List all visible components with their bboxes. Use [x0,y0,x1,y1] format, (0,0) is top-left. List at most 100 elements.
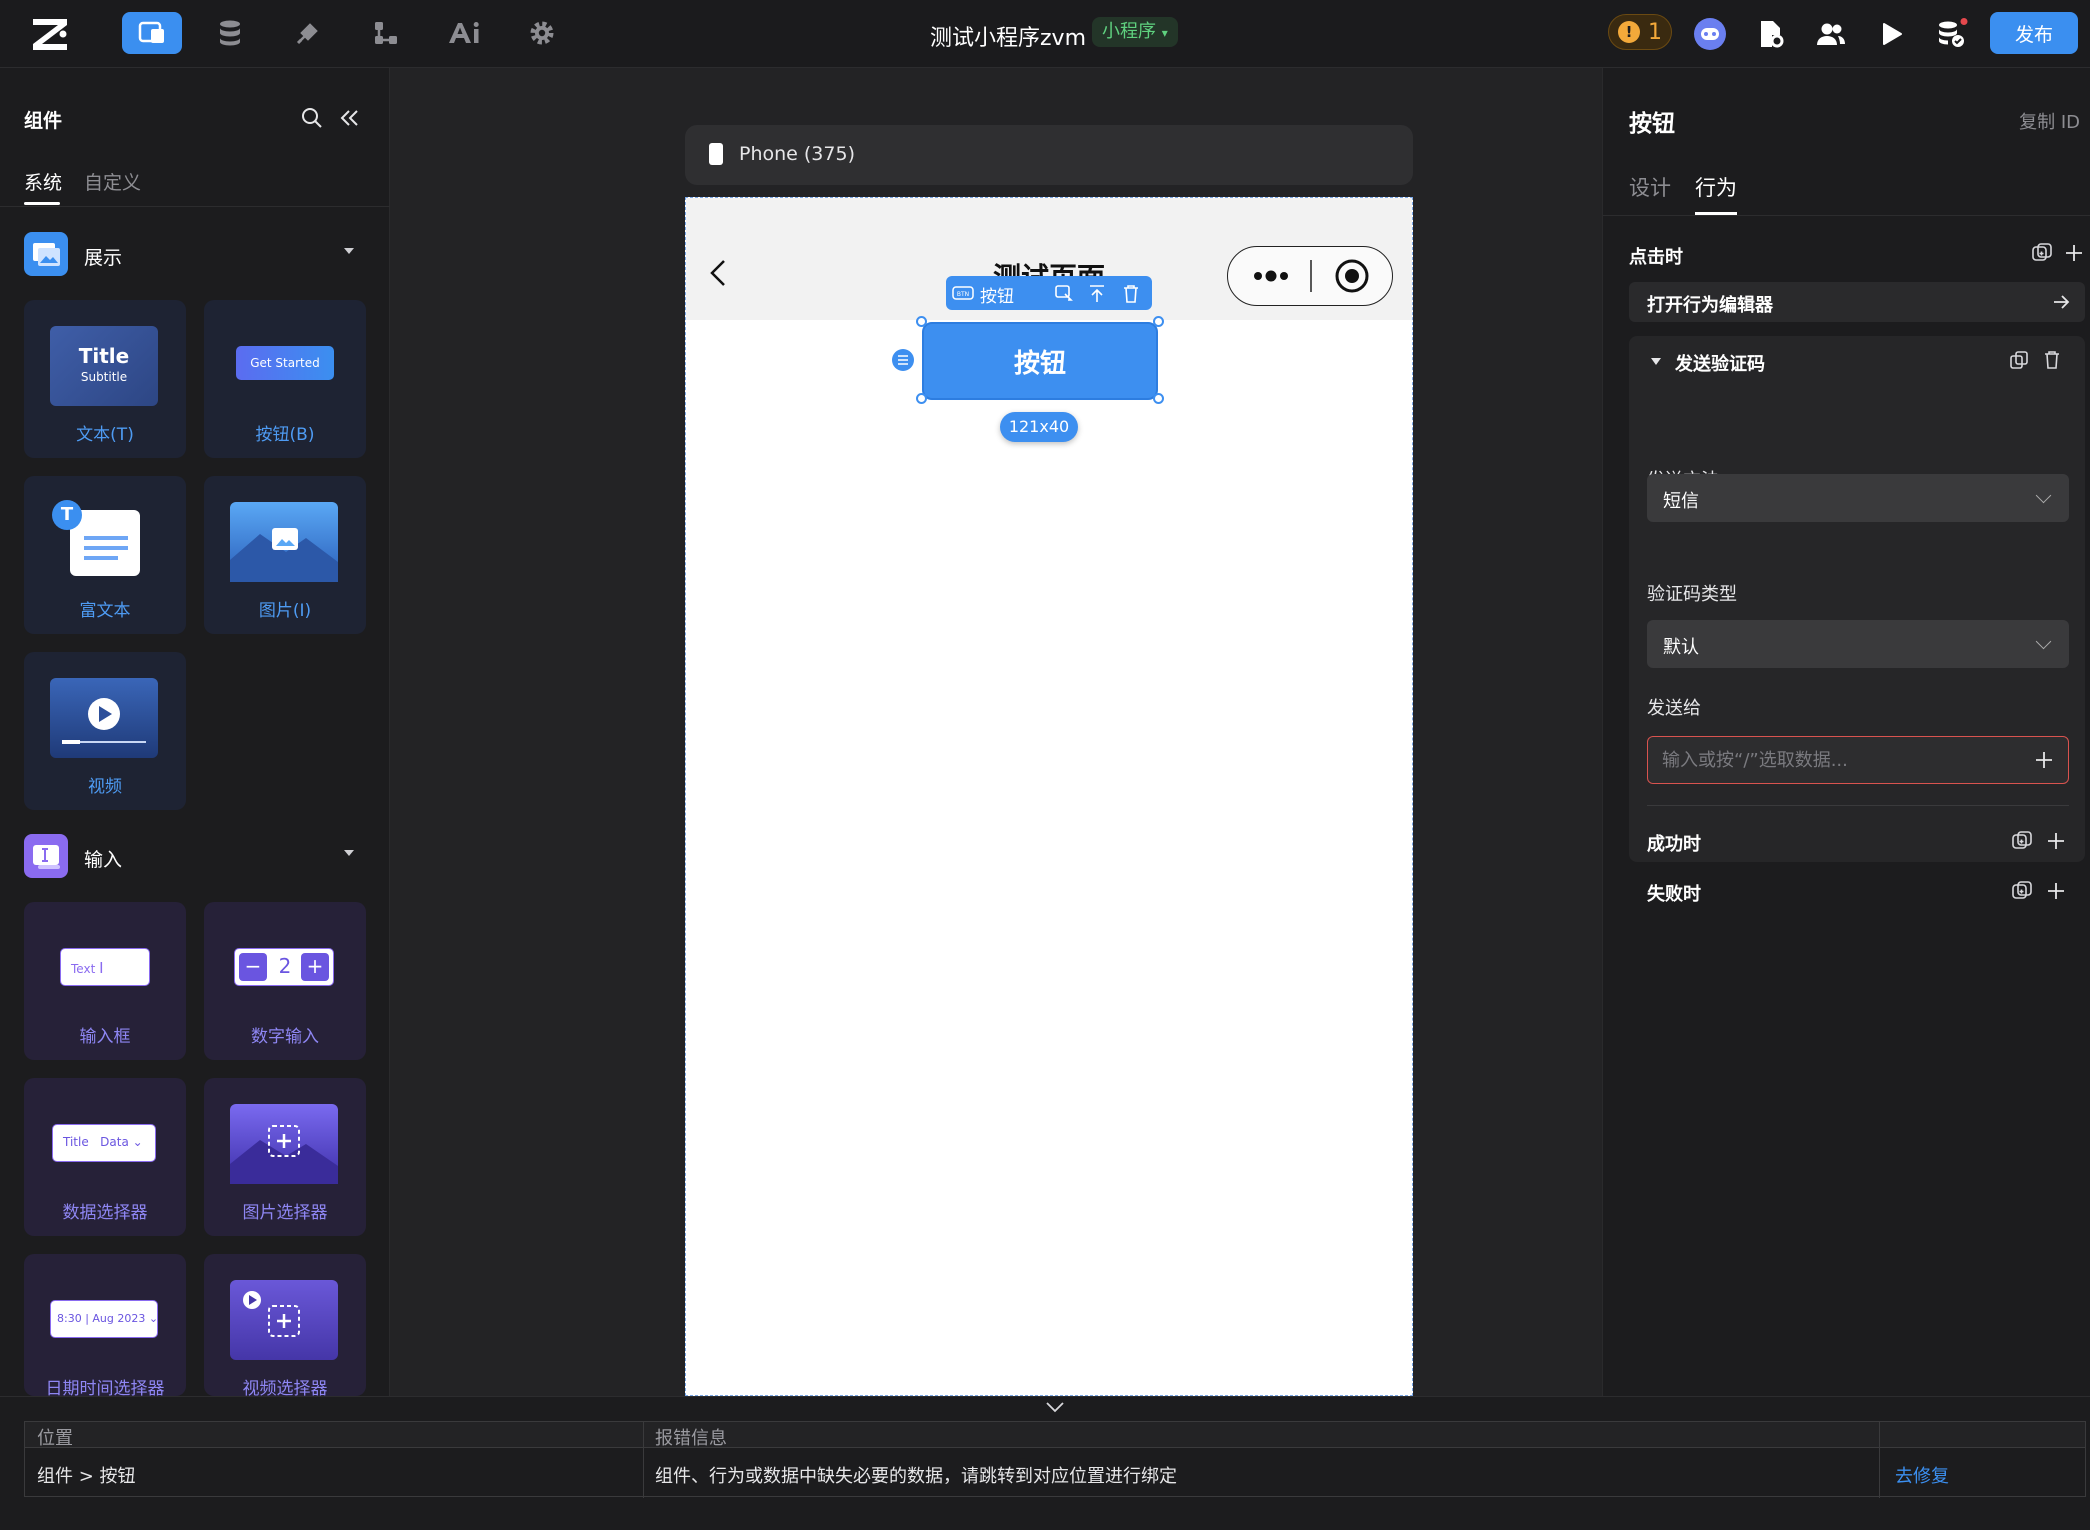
data-sync-icon[interactable] [1932,14,1972,54]
env-badge-label: 小程序 [1102,21,1156,42]
section-display-header[interactable]: 展示 [24,232,354,276]
input-field-icon [24,834,68,878]
code-type-select[interactable]: 默认 [1647,620,2069,668]
chevron-down-icon: ⌄ [132,1135,143,1149]
image-picker-thumbnail [230,1104,338,1184]
on-click-label: 点击时 [1629,247,1683,268]
design-canvas[interactable]: Phone (375) 测试页面 按钮 BTN 按钮 [390,68,1602,1396]
on-fail-row: 失败时 [1647,876,2069,906]
on-fail-label: 失败时 [1647,884,1701,905]
users-icon[interactable] [1811,14,1851,54]
panel-title: 组件 [24,110,63,132]
add-component-action-icon[interactable] [2011,830,2033,856]
tab-custom[interactable]: 自定义 [84,168,141,195]
top-bar: 测试小程序zvm 小程序 ▾ ! 1 发布 [0,0,2090,68]
arrow-right-icon [2051,292,2071,316]
card-label: 文本(T) [76,425,134,445]
preview-play-icon[interactable] [1872,14,1912,54]
text-badge-icon: T [52,500,82,530]
duplicate-icon[interactable] [2009,350,2029,374]
collapse-panel-icon[interactable] [338,106,362,134]
database-icon[interactable] [200,12,260,54]
column-divider [643,1422,644,1498]
on-success-label: 成功时 [1647,834,1701,855]
send-to-input[interactable] [1647,736,2069,784]
assistant-avatar-icon[interactable] [1690,14,1730,54]
thumb-subtitle: Subtitle [80,370,128,384]
caret-down-icon[interactable] [344,850,354,856]
component-card-input[interactable]: Text I 输入框 [24,902,186,1060]
divider [1603,215,2090,216]
collapse-caret-icon[interactable] [1651,358,1661,365]
number-stepper-thumbnail: − 2 + [234,948,334,986]
copy-id-button[interactable]: 复制 ID [2019,108,2080,134]
add-component-action-icon[interactable] [2031,242,2053,268]
resize-handle[interactable] [916,316,927,327]
section-input-header[interactable]: 输入 [24,834,354,878]
video-thumbnail [50,678,158,758]
warning-badge[interactable]: ! 1 [1608,14,1672,50]
add-component-action-icon[interactable] [2011,880,2033,906]
component-card-data-select[interactable]: Title Data ⌄ 数据选择器 [24,1078,186,1236]
chevron-down-icon [2035,487,2052,504]
ai-icon[interactable] [434,12,494,54]
drag-handle-icon[interactable] [892,349,914,371]
resize-handle[interactable] [1153,393,1164,404]
component-card-video-picker[interactable]: 视频选择器 [204,1254,366,1399]
add-plus-icon[interactable] [2045,880,2067,906]
component-card-number-input[interactable]: − 2 + 数字输入 [204,902,366,1060]
delete-icon[interactable] [1122,284,1140,309]
tab-system[interactable]: 系统 [24,168,62,195]
card-label: 按钮(B) [255,425,315,445]
resize-handle[interactable] [1153,316,1164,327]
error-message: 组件、行为或数据中缺失必要的数据，请跳转到对应位置进行绑定 [655,1466,1177,1487]
section-title: 输入 [84,849,123,871]
search-icon[interactable] [300,106,324,134]
pages-icon[interactable] [122,12,182,54]
thumb-time: 8:30 [57,1312,82,1325]
move-up-icon[interactable] [1088,284,1106,309]
add-data-plus-icon[interactable] [2033,749,2055,775]
open-behavior-editor-button[interactable]: 打开行为编辑器 [1629,282,2085,322]
selected-button[interactable]: 按钮 [922,322,1158,400]
component-card-text[interactable]: Title Subtitle 文本(T) [24,300,186,458]
video-picker-thumbnail [230,1280,338,1360]
input-thumbnail: Text I [60,948,150,986]
plus-icon: + [301,953,329,981]
component-card-image-picker[interactable]: 图片选择器 [204,1078,366,1236]
component-card-rich-text[interactable]: T 富文本 [24,476,186,634]
send-method-select[interactable]: 短信 [1647,474,2069,522]
device-label: Phone (375) [739,143,855,165]
logo-icon[interactable] [30,14,70,56]
project-title[interactable]: 测试小程序zvm [930,20,1086,52]
active-tab-indicator [24,202,60,205]
settings-gear-icon[interactable] [512,12,572,54]
tab-design[interactable]: 设计 [1629,172,1671,202]
component-card-datetime-picker[interactable]: 8:30 | Aug 2023 ⌄ 日期时间选择器 [24,1254,186,1399]
resize-handle[interactable] [916,393,927,404]
caret-down-icon[interactable] [344,248,354,254]
file-settings-icon[interactable] [1751,14,1791,54]
thumb-input-text: Text [71,962,96,976]
component-card-video[interactable]: 视频 [24,652,186,810]
workflow-icon[interactable] [356,12,416,54]
minus-icon: − [239,953,267,981]
chevron-down-icon [2035,633,2052,650]
component-card-image[interactable]: 图片(I) [204,476,366,634]
plugin-icon[interactable] [278,12,338,54]
select-parent-icon[interactable] [1054,284,1074,309]
device-selector[interactable]: Phone (375) [685,125,1413,185]
env-badge[interactable]: 小程序 ▾ [1092,17,1178,47]
add-plus-icon[interactable] [2045,830,2067,856]
add-action-plus-icon[interactable] [2063,242,2085,268]
card-label: 富文本 [79,601,131,621]
collapse-chevron-icon[interactable] [1044,1399,1066,1419]
fix-link[interactable]: 去修复 [1895,1462,1949,1488]
capsule-menu[interactable] [1227,246,1393,306]
publish-button[interactable]: 发布 [1990,12,2078,54]
error-panel: 位置 报错信息 组件 > 按钮 组件、行为或数据中缺失必要的数据，请跳转到对应位… [0,1396,2090,1530]
component-card-button[interactable]: Get Started 按钮(B) [204,300,366,458]
phone-frame[interactable]: 测试页面 按钮 BTN 按钮 [685,197,1413,1396]
tab-behavior[interactable]: 行为 [1695,172,1737,202]
delete-icon[interactable] [2043,350,2061,374]
